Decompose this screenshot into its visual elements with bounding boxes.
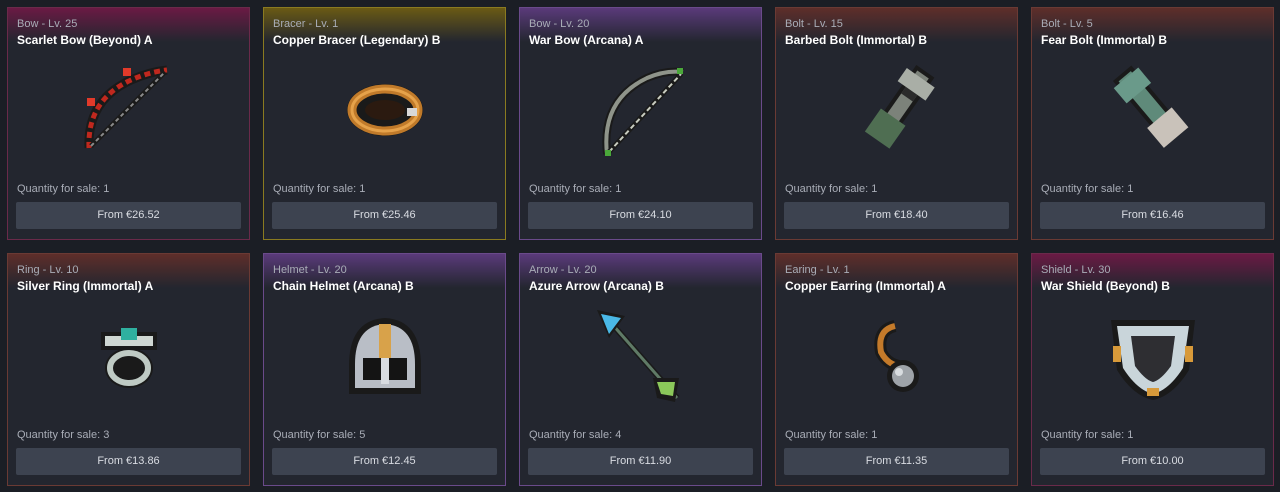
item-category: Bow - Lv. 20 — [529, 18, 590, 30]
listing-grid: Bow - Lv. 25 Scarlet Bow (Beyond) A Quan… — [7, 7, 1274, 486]
scarlet-bow-icon[interactable] — [79, 60, 179, 160]
price-button[interactable]: From €24.10 — [528, 202, 753, 229]
quantity-for-sale: Quantity for sale: 3 — [17, 429, 110, 441]
item-name[interactable]: Scarlet Bow (Beyond) A — [17, 33, 153, 47]
item-name[interactable]: Fear Bolt (Immortal) B — [1041, 33, 1167, 47]
quantity-for-sale: Quantity for sale: 1 — [785, 183, 878, 195]
item-name[interactable]: War Bow (Arcana) A — [529, 33, 643, 47]
fear-bolt-icon[interactable] — [1103, 60, 1203, 160]
quantity-for-sale: Quantity for sale: 1 — [273, 183, 366, 195]
quantity-for-sale: Quantity for sale: 1 — [1041, 429, 1134, 441]
barbed-bolt-icon[interactable] — [847, 60, 947, 160]
price-button[interactable]: From €12.45 — [272, 448, 497, 475]
listing-card[interactable]: Helmet - Lv. 20 Chain Helmet (Arcana) B … — [263, 253, 506, 486]
item-category: Helmet - Lv. 20 — [273, 264, 347, 276]
listing-card[interactable]: Arrow - Lv. 20 Azure Arrow (Arcana) B Qu… — [519, 253, 762, 486]
item-category: Bow - Lv. 25 — [17, 18, 78, 30]
azure-arrow-icon[interactable] — [591, 306, 691, 406]
item-category: Earing - Lv. 1 — [785, 264, 850, 276]
war-shield-icon[interactable] — [1103, 306, 1203, 406]
copper-earring-icon[interactable] — [847, 306, 947, 406]
silver-ring-icon[interactable] — [79, 306, 179, 406]
price-button[interactable]: From €11.90 — [528, 448, 753, 475]
quantity-for-sale: Quantity for sale: 1 — [529, 183, 622, 195]
item-name[interactable]: Copper Earring (Immortal) A — [785, 279, 946, 293]
listing-card[interactable]: Earing - Lv. 1 Copper Earring (Immortal)… — [775, 253, 1018, 486]
price-button[interactable]: From €16.46 — [1040, 202, 1265, 229]
price-button[interactable]: From €10.00 — [1040, 448, 1265, 475]
item-name[interactable]: War Shield (Beyond) B — [1041, 279, 1170, 293]
listing-card[interactable]: Ring - Lv. 10 Silver Ring (Immortal) A Q… — [7, 253, 250, 486]
listing-card[interactable]: Bolt - Lv. 15 Barbed Bolt (Immortal) B Q… — [775, 7, 1018, 240]
listing-card[interactable]: Bracer - Lv. 1 Copper Bracer (Legendary)… — [263, 7, 506, 240]
item-category: Shield - Lv. 30 — [1041, 264, 1111, 276]
quantity-for-sale: Quantity for sale: 4 — [529, 429, 622, 441]
quantity-for-sale: Quantity for sale: 1 — [17, 183, 110, 195]
price-button[interactable]: From €18.40 — [784, 202, 1009, 229]
price-button[interactable]: From €26.52 — [16, 202, 241, 229]
item-name[interactable]: Barbed Bolt (Immortal) B — [785, 33, 927, 47]
quantity-for-sale: Quantity for sale: 1 — [785, 429, 878, 441]
price-button[interactable]: From €13.86 — [16, 448, 241, 475]
listing-card[interactable]: Bolt - Lv. 5 Fear Bolt (Immortal) B Quan… — [1031, 7, 1274, 240]
item-name[interactable]: Chain Helmet (Arcana) B — [273, 279, 414, 293]
copper-bracer-icon[interactable] — [335, 60, 435, 160]
price-button[interactable]: From €25.46 — [272, 202, 497, 229]
item-name[interactable]: Copper Bracer (Legendary) B — [273, 33, 440, 47]
quantity-for-sale: Quantity for sale: 1 — [1041, 183, 1134, 195]
item-name[interactable]: Azure Arrow (Arcana) B — [529, 279, 664, 293]
listing-card[interactable]: Bow - Lv. 20 War Bow (Arcana) A Quantity… — [519, 7, 762, 240]
war-bow-icon[interactable] — [591, 60, 691, 160]
item-category: Arrow - Lv. 20 — [529, 264, 597, 276]
chain-helmet-icon[interactable] — [335, 306, 435, 406]
item-category: Bolt - Lv. 15 — [785, 18, 843, 30]
price-button[interactable]: From €11.35 — [784, 448, 1009, 475]
listing-card[interactable]: Shield - Lv. 30 War Shield (Beyond) B Qu… — [1031, 253, 1274, 486]
quantity-for-sale: Quantity for sale: 5 — [273, 429, 366, 441]
item-category: Bolt - Lv. 5 — [1041, 18, 1093, 30]
listing-card[interactable]: Bow - Lv. 25 Scarlet Bow (Beyond) A Quan… — [7, 7, 250, 240]
item-category: Bracer - Lv. 1 — [273, 18, 339, 30]
item-name[interactable]: Silver Ring (Immortal) A — [17, 279, 153, 293]
item-category: Ring - Lv. 10 — [17, 264, 79, 276]
